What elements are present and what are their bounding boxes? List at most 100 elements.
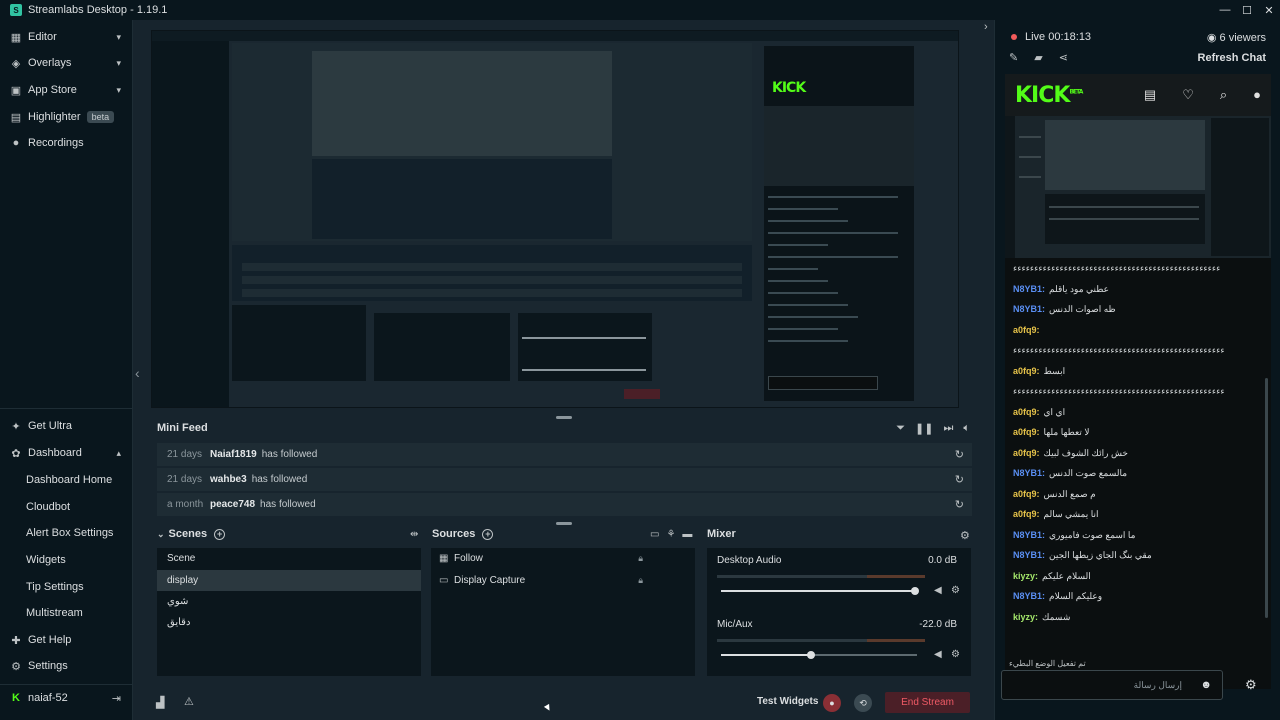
record-button[interactable]: ●	[823, 694, 841, 712]
resize-handle[interactable]	[556, 522, 572, 525]
scene-item[interactable]: دقايق	[157, 612, 421, 633]
recordings-icon: ●	[12, 137, 20, 149]
lock-icon[interactable]: 🔒︎	[638, 575, 643, 586]
chat-input[interactable]: إرسال رسالة ☻	[1001, 670, 1223, 700]
add-scene-button[interactable]: +	[214, 528, 226, 540]
gear-icon[interactable]: ⚙	[951, 649, 960, 660]
scene-item[interactable]: شوي	[157, 591, 421, 612]
stream-preview[interactable]: KICK	[151, 30, 959, 408]
minimize-button[interactable]: —	[1214, 0, 1236, 20]
repeat-icon[interactable]: ↻	[955, 448, 964, 461]
repeat-icon[interactable]: ↻	[955, 473, 964, 486]
mixer-title: Mixer	[707, 528, 736, 540]
alert-icon[interactable]: ⚠	[184, 695, 194, 708]
folder-icon[interactable]: ▬	[682, 529, 692, 540]
volume-slider[interactable]	[721, 587, 920, 595]
source-item-follow[interactable]: ▦ Follow 🔒︎	[431, 548, 695, 569]
source-group-icon[interactable]: ⚘	[666, 529, 675, 540]
sidebar-item-editor[interactable]: ▦ Editor ▾	[0, 24, 133, 50]
preview-chat-line	[768, 280, 828, 282]
add-source-button[interactable]: +	[482, 528, 494, 540]
chat-username[interactable]: N8YB1:	[1013, 530, 1045, 540]
sidebar-item-cloudbot[interactable]: Cloudbot	[26, 501, 70, 513]
filter-icon[interactable]: ⏷	[896, 422, 905, 435]
speaker-icon[interactable]: ◀︎	[934, 585, 942, 596]
chat-username[interactable]: a0fq9:	[1013, 325, 1040, 335]
logout-icon[interactable]: ⇥	[112, 692, 121, 705]
sidebar-item-widgets[interactable]: Widgets	[26, 554, 66, 566]
replay-icon[interactable]: ⟲	[854, 694, 872, 712]
gear-icon[interactable]: ⚙	[951, 585, 960, 596]
gear-icon[interactable]: ⚙	[960, 529, 970, 542]
chat-username[interactable]: a0fq9:	[1013, 448, 1040, 458]
sidebar-item-highlighter[interactable]: ▤ Highlighter beta	[0, 104, 133, 130]
volume-slider[interactable]	[721, 651, 917, 659]
sidebar-item-dashboard-home[interactable]: Dashboard Home	[26, 474, 112, 486]
streamlabs-logo-icon: S	[10, 4, 22, 16]
preview-kick-logo: KICK	[772, 80, 806, 96]
sidebar-item-dashboard[interactable]: ✿ Dashboard ▴	[0, 440, 133, 466]
chevron-down-icon[interactable]: ⌄	[157, 529, 165, 540]
end-stream-button[interactable]: End Stream	[885, 692, 970, 713]
sidebar-item-app-store[interactable]: ▣ App Store ▾	[0, 77, 133, 103]
preview-sources	[374, 313, 510, 381]
chat-username[interactable]: N8YB1:	[1013, 284, 1045, 294]
speaker-icon[interactable]: ◀︎	[934, 649, 942, 660]
chat-username[interactable]: a0fq9:	[1013, 489, 1040, 499]
feed-user: peace748	[210, 499, 256, 510]
chevron-right-icon[interactable]: ›	[984, 21, 988, 33]
scene-item-active[interactable]: display	[157, 570, 421, 591]
preview-end-stream	[624, 389, 660, 399]
chat-username[interactable]: a0fq9:	[1013, 427, 1040, 437]
sidebar-item-overlays[interactable]: ◈ Overlays ▾	[0, 50, 133, 76]
maximize-button[interactable]: ☐	[1236, 0, 1258, 20]
repeat-icon[interactable]: ↻	[955, 498, 964, 511]
edit-icon[interactable]: ✎	[1009, 51, 1018, 64]
source-item-display-capture[interactable]: ▭ Display Capture 🔒︎	[431, 570, 695, 591]
close-button[interactable]: ✕	[1258, 0, 1280, 20]
share-icon[interactable]: ⋖	[1059, 51, 1068, 64]
user-icon[interactable]: ●	[1253, 87, 1261, 103]
search-icon[interactable]: ⌕	[1220, 87, 1227, 103]
chat-username[interactable]: kiyzy:	[1013, 571, 1038, 581]
lock-icon[interactable]: 🔒︎	[638, 553, 643, 564]
chat-username[interactable]: N8YB1:	[1013, 468, 1045, 478]
account-item[interactable]: K naiaf-52 ⇥	[0, 685, 133, 711]
gift-icon[interactable]: ▤	[1144, 87, 1156, 103]
chat-username[interactable]: N8YB1:	[1013, 550, 1045, 560]
emoji-icon[interactable]: ☻	[1200, 679, 1212, 691]
chat-username[interactable]: N8YB1:	[1013, 304, 1045, 314]
chat-username[interactable]: N8YB1:	[1013, 591, 1045, 601]
transition-icon[interactable]: ⇹	[410, 529, 418, 540]
refresh-chat-button[interactable]: Refresh Chat	[1198, 52, 1266, 64]
sidebar-item-alert-box-settings[interactable]: Alert Box Settings	[26, 527, 113, 539]
chevron-left-icon[interactable]: ‹	[135, 365, 140, 381]
sidebar-item-settings[interactable]: ⚙ Settings	[0, 653, 133, 679]
chat-username[interactable]: a0fq9:	[1013, 509, 1040, 519]
chat-message: a0fq9: لا تعطها ملها	[1013, 426, 1259, 438]
sidebar-item-recordings[interactable]: ● Recordings	[0, 130, 133, 156]
scene-item[interactable]: Scene	[157, 548, 421, 569]
chat-username[interactable]: kiyzy:	[1013, 612, 1038, 622]
chat-settings-icon[interactable]: ⚙	[1245, 677, 1257, 693]
sidebar-item-get-ultra[interactable]: ✦ Get Ultra	[0, 413, 133, 439]
sidebar-item-multistream[interactable]: Multistream	[26, 607, 83, 619]
skip-icon[interactable]: ⏭	[943, 422, 953, 435]
chat-tools: ✎ ▰ ⋖	[1009, 51, 1068, 64]
chat-username[interactable]: a0fq9:	[1013, 407, 1040, 417]
heart-icon[interactable]: ♡	[1182, 87, 1194, 103]
volume-slider-knob[interactable]	[807, 651, 816, 659]
source-properties-icon[interactable]: ▭	[650, 529, 659, 540]
volume-icon[interactable]: 🔈︎	[963, 422, 970, 435]
sidebar-item-label: Get Ultra	[28, 420, 73, 432]
feed-row: a month peace748 has followed ↻	[157, 493, 972, 516]
sidebar-item-tip-settings[interactable]: Tip Settings	[26, 581, 84, 593]
pause-icon[interactable]: ❚❚	[915, 422, 933, 435]
volume-slider-knob[interactable]	[911, 587, 920, 595]
chat-scrollbar[interactable]	[1265, 378, 1268, 618]
stats-icon[interactable]: ▟	[156, 696, 164, 709]
chat-username[interactable]: a0fq9:	[1013, 366, 1040, 376]
sidebar-item-get-help[interactable]: ✚ Get Help	[0, 627, 133, 653]
popout-icon[interactable]: ▰	[1034, 51, 1042, 64]
chat-text: ابسط	[1043, 365, 1066, 376]
